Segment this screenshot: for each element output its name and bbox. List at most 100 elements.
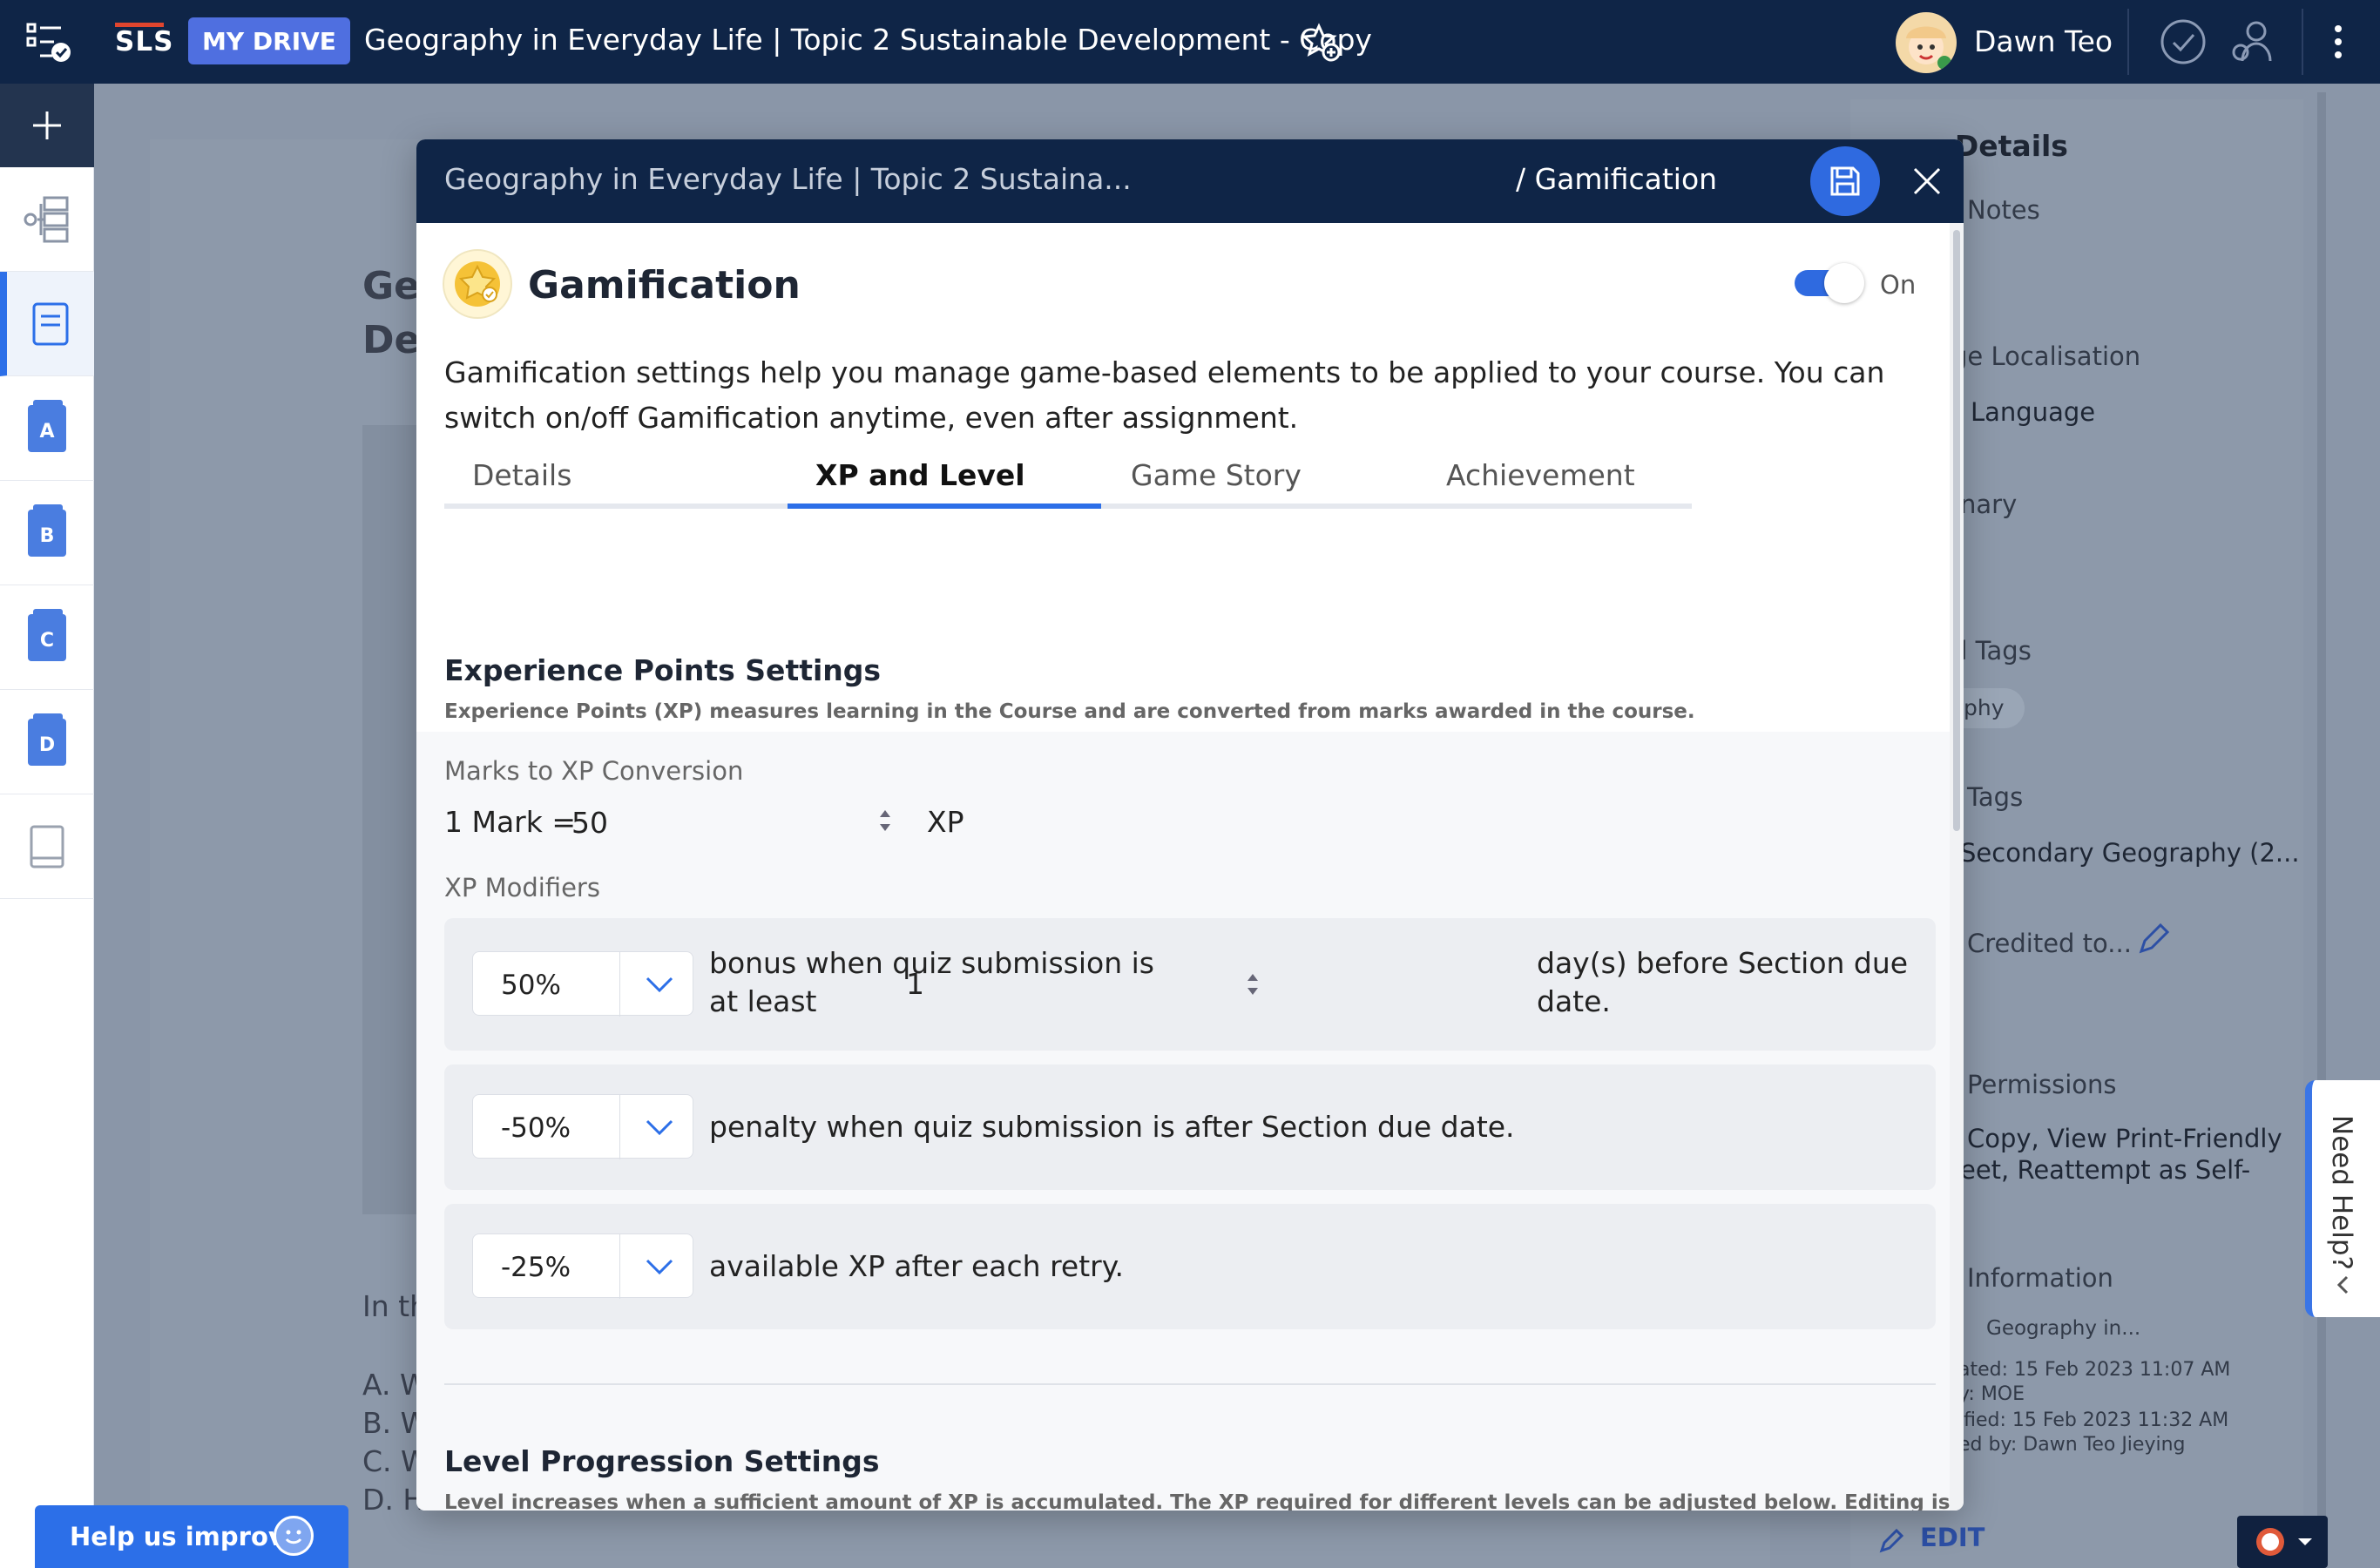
task-list-icon[interactable] xyxy=(17,0,80,84)
bonus-modifier-card: 50% bonus when quiz submission is at lea… xyxy=(444,918,1936,1051)
mark-prefix: 1 Mark = xyxy=(444,805,576,839)
bonus-days-text: day(s) before Section due date. xyxy=(1537,946,1909,1018)
tab-details[interactable]: Details xyxy=(472,451,571,509)
marks-stepper-icon[interactable] xyxy=(876,803,894,838)
level-section-title: Level Progression Settings xyxy=(444,1444,880,1478)
pencil-icon[interactable] xyxy=(2136,922,2171,960)
section-c-button[interactable]: C xyxy=(0,585,94,690)
document-title: Geography in Everyday Life | Topic 2 Sus… xyxy=(364,23,1372,57)
dropdown-separator xyxy=(619,952,620,1017)
modal-header: Geography in Everyday Life | Topic 2 Sus… xyxy=(416,139,1964,223)
glossary-label: nary xyxy=(1960,490,2018,519)
more-menu-icon[interactable] xyxy=(2303,0,2373,84)
active-tab-indicator xyxy=(788,504,1101,509)
retry-percent-value: -25% xyxy=(501,1252,571,1283)
tab-xp-and-level[interactable]: XP and Level xyxy=(815,451,1025,509)
information-label: Information xyxy=(1967,1263,2113,1293)
bonus-percent-dropdown[interactable]: 50% xyxy=(472,951,693,1017)
xp-unit: XP xyxy=(927,805,964,839)
created-date: ated: 15 Feb 2023 11:07 AM xyxy=(1958,1359,2231,1381)
chevron-down-icon xyxy=(646,1119,673,1136)
cover-page-button[interactable] xyxy=(0,272,94,376)
book-icon xyxy=(32,302,69,345)
xp-modifiers-label: XP Modifiers xyxy=(444,873,600,902)
permissions-label: Permissions xyxy=(1967,1070,2117,1099)
modal-title: Gamification xyxy=(528,263,801,308)
section-c-icon: C xyxy=(28,608,66,661)
notes-link[interactable]: Notes xyxy=(1967,195,2040,225)
credited-label: Credited to... xyxy=(1967,929,2132,958)
modal-scrollbar[interactable] xyxy=(1950,223,1964,1511)
penalty-percent-dropdown[interactable]: -50% xyxy=(472,1094,693,1159)
save-button[interactable] xyxy=(1810,146,1880,216)
permissions-value: Copy, View Print-Friendly xyxy=(1967,1124,2282,1153)
edit-button[interactable]: EDIT xyxy=(1920,1523,1984,1552)
chevron-down-icon xyxy=(646,1259,673,1275)
section-a-icon: A xyxy=(28,399,66,452)
dropdown-separator xyxy=(619,1095,620,1159)
gamification-toggle[interactable] xyxy=(1795,261,1864,303)
penalty-percent-value: -50% xyxy=(501,1112,571,1144)
edit-pencil-icon xyxy=(1878,1526,1906,1558)
gamification-modal: Geography in Everyday Life | Topic 2 Sus… xyxy=(416,139,1964,1511)
bonus-percent-value: 50% xyxy=(501,970,561,1001)
smiley-icon xyxy=(274,1516,314,1556)
plus-icon xyxy=(33,112,61,139)
background-heading: De xyxy=(362,318,421,362)
scrollbar-thumb[interactable] xyxy=(1953,230,1960,831)
conversion-label: Marks to XP Conversion xyxy=(444,756,744,786)
topbar-divider xyxy=(2127,9,2129,75)
permissions-value: eet, Reattempt as Self- xyxy=(1960,1155,2251,1185)
sls-logo[interactable]: SLS xyxy=(115,23,173,57)
help-us-improve-label: Help us improve xyxy=(70,1522,302,1551)
help-us-improve-button[interactable]: Help us improve xyxy=(35,1505,348,1568)
add-button[interactable] xyxy=(0,84,94,167)
toggle-knob xyxy=(1824,263,1864,303)
days-stepper-icon[interactable] xyxy=(1244,967,1261,1002)
section-divider xyxy=(444,1383,1936,1385)
gamification-badge-icon xyxy=(443,249,512,319)
tab-bar: Details XP and Level Game Story Achievem… xyxy=(444,451,1692,509)
gamification-description: Gamification settings help you manage ga… xyxy=(444,355,1885,435)
breadcrumb[interactable]: Geography in Everyday Life | Topic 2 Sus… xyxy=(444,162,1132,196)
close-button[interactable] xyxy=(1897,152,1957,211)
level-section-description: Level increases when a sufficient amount… xyxy=(444,1491,1964,1511)
localisation-label: ge Localisation xyxy=(1951,341,2141,371)
need-help-tab[interactable]: Need Help? xyxy=(2305,1080,2380,1317)
section-a-button[interactable]: A xyxy=(0,376,94,481)
language-value: Language xyxy=(1971,397,2096,427)
resources-button[interactable] xyxy=(0,794,94,899)
section-d-icon: D xyxy=(28,713,66,766)
created-by: y: MOE xyxy=(1958,1383,2025,1405)
tag-chip-label: phy xyxy=(1964,695,2005,720)
modified-by: ed by: Dawn Teo Jieying xyxy=(1958,1434,2186,1456)
retry-modifier-card: -25% available XP after each retry. xyxy=(444,1204,1936,1329)
tab-game-story[interactable]: Game Story xyxy=(1131,451,1302,509)
retry-percent-dropdown[interactable]: -25% xyxy=(472,1233,693,1299)
need-help-label: Need Help? xyxy=(2326,1115,2357,1270)
section-b-button[interactable]: B xyxy=(0,481,94,585)
penalty-text: penalty when quiz submission is after Se… xyxy=(709,1110,1515,1144)
top-bar: SLS MY DRIVE Geography in Everyday Life … xyxy=(0,0,2380,84)
tab-achievement[interactable]: Achievement xyxy=(1446,451,1635,509)
penalty-modifier-card: -50% penalty when quiz submission is aft… xyxy=(444,1064,1936,1190)
user-name[interactable]: Dawn Teo xyxy=(1974,24,2113,58)
modified-date: ified: 15 Feb 2023 11:32 AM xyxy=(1958,1409,2229,1431)
save-icon xyxy=(1830,166,1860,196)
course-map-icon xyxy=(24,196,69,242)
page-scrollbar[interactable] xyxy=(2317,92,2326,1568)
section-d-button[interactable]: D xyxy=(0,690,94,794)
user-switch-icon[interactable] xyxy=(2213,0,2296,84)
language-switcher[interactable] xyxy=(2237,1516,2328,1568)
xp-section-description: Experience Points (XP) measures learning… xyxy=(444,700,1695,723)
course-map-button[interactable] xyxy=(0,167,94,272)
bonus-days-input[interactable] xyxy=(906,963,1167,1004)
avatar[interactable] xyxy=(1896,12,1957,73)
xp-section-title: Experience Points Settings xyxy=(444,653,882,687)
my-drive-badge[interactable]: MY DRIVE xyxy=(188,17,350,64)
favourite-star-icon[interactable] xyxy=(1301,23,1342,63)
document-icon xyxy=(30,825,64,868)
section-b-icon: B xyxy=(28,504,66,557)
chevron-down-icon xyxy=(646,977,673,993)
background-option: D. H xyxy=(362,1483,425,1517)
